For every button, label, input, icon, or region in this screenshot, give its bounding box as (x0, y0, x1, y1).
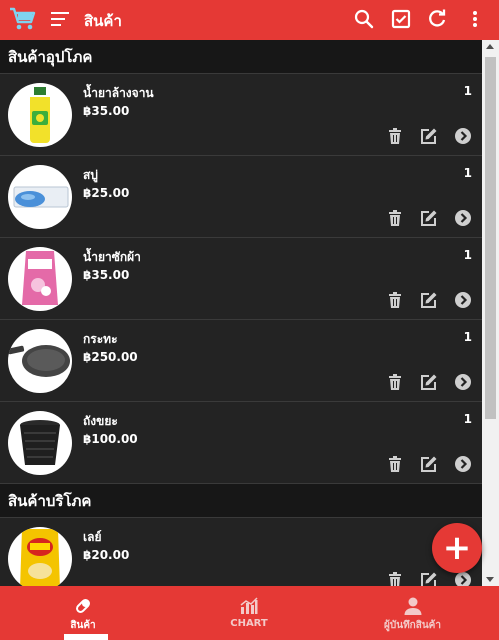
list-item[interactable]: สบู่ ฿25.00 1 (0, 156, 482, 238)
active-indicator (64, 634, 108, 640)
list-item[interactable]: ถังขยะ ฿100.00 1 (0, 402, 482, 484)
nav-item-products[interactable]: สินค้า (0, 586, 166, 640)
nav-item-recorder[interactable]: ผู้บันทึกสินค้า (326, 586, 499, 640)
sort-icon[interactable] (51, 12, 69, 26)
list-item[interactable]: กระทะ ฿250.00 1 (0, 320, 482, 402)
edit-icon[interactable] (420, 127, 438, 145)
chevron-right-icon[interactable] (454, 571, 472, 586)
scroll-up-arrow-icon[interactable] (486, 44, 494, 49)
chevron-right-icon[interactable] (454, 373, 472, 391)
nav-item-chart[interactable]: CHART (166, 586, 332, 640)
app-bar: สินค้า (0, 0, 499, 40)
chevron-right-icon[interactable] (454, 209, 472, 227)
product-name: น้ำยาซักผ้า (83, 250, 141, 264)
product-quantity: 1 (463, 166, 472, 180)
section-header: สินค้าอุปโภค (0, 40, 482, 74)
checkbox-icon[interactable] (390, 8, 412, 30)
product-price: ฿25.00 (83, 186, 130, 200)
scrollbar[interactable] (482, 40, 499, 586)
trash-icon[interactable] (386, 373, 404, 391)
cart-icon[interactable] (8, 6, 36, 32)
list-item[interactable]: น้ำยาซักผ้า ฿35.00 1 (0, 238, 482, 320)
section-header: สินค้าบริโภค (0, 484, 482, 518)
nav-label: CHART (230, 618, 268, 629)
product-price: ฿100.00 (83, 432, 138, 446)
product-price: ฿20.00 (83, 548, 130, 562)
nav-label: ผู้บันทึกสินค้า (384, 620, 441, 631)
bar-chart-icon (240, 597, 258, 614)
product-image (8, 83, 72, 147)
refresh-icon[interactable] (426, 8, 448, 30)
trash-icon[interactable] (386, 571, 404, 586)
product-name: สบู่ (83, 168, 98, 182)
list-item[interactable]: น้ำยาล้างจาน ฿35.00 1 (0, 74, 482, 156)
product-price: ฿250.00 (83, 350, 138, 364)
product-quantity: 1 (463, 412, 472, 426)
product-list[interactable]: สินค้าอุปโภค น้ำยาล้างจาน ฿35.00 1 สบู่ (0, 40, 482, 586)
person-icon (404, 597, 421, 615)
product-image (8, 329, 72, 393)
bottom-navigation: สินค้า CHART ผู้บันทึกสินค้า (0, 586, 499, 640)
chevron-right-icon[interactable] (454, 127, 472, 145)
edit-icon[interactable] (420, 373, 438, 391)
chevron-right-icon[interactable] (454, 291, 472, 309)
trash-icon[interactable] (386, 209, 404, 227)
product-name: เลย์ (83, 530, 102, 544)
product-price: ฿35.00 (83, 268, 130, 282)
add-product-button[interactable]: + (432, 523, 482, 573)
scroll-down-arrow-icon[interactable] (486, 577, 494, 582)
product-price: ฿35.00 (83, 104, 130, 118)
trash-icon[interactable] (386, 455, 404, 473)
more-vert-icon[interactable] (464, 8, 486, 30)
edit-icon[interactable] (420, 455, 438, 473)
product-quantity: 1 (463, 248, 472, 262)
product-image (8, 411, 72, 475)
trash-icon[interactable] (386, 127, 404, 145)
product-quantity: 1 (463, 330, 472, 344)
product-quantity: 1 (463, 84, 472, 98)
product-name: น้ำยาล้างจาน (83, 86, 154, 100)
list-item[interactable]: เลย์ ฿20.00 (0, 518, 482, 586)
nav-label: สินค้า (70, 620, 96, 631)
pill-icon (76, 599, 90, 613)
scrollbar-thumb[interactable] (485, 57, 496, 419)
product-image (8, 527, 72, 586)
chevron-right-icon[interactable] (454, 455, 472, 473)
search-icon[interactable] (353, 8, 375, 30)
trash-icon[interactable] (386, 291, 404, 309)
edit-icon[interactable] (420, 571, 438, 586)
product-name: ถังขยะ (83, 414, 118, 428)
page-title: สินค้า (84, 12, 122, 30)
product-image (8, 165, 72, 229)
edit-icon[interactable] (420, 209, 438, 227)
edit-icon[interactable] (420, 291, 438, 309)
product-image (8, 247, 72, 311)
product-name: กระทะ (83, 332, 118, 346)
